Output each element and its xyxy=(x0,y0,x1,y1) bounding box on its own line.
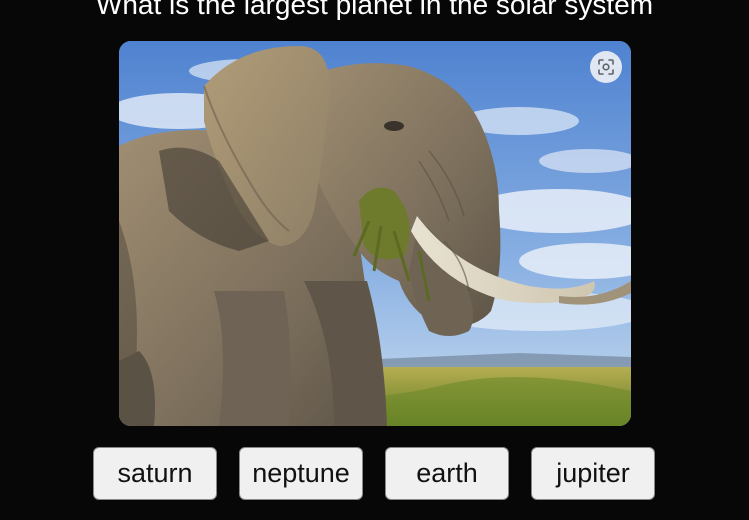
answer-button-neptune[interactable]: neptune xyxy=(239,447,363,500)
answer-button-earth[interactable]: earth xyxy=(385,447,509,500)
elephant-photo xyxy=(119,41,631,426)
answer-button-jupiter[interactable]: jupiter xyxy=(531,447,655,500)
quiz-page: What is the largest planet in the solar … xyxy=(0,0,749,520)
question-image xyxy=(119,41,631,426)
answer-button-saturn[interactable]: saturn xyxy=(93,447,217,500)
lens-icon xyxy=(598,59,614,75)
question-text: What is the largest planet in the solar … xyxy=(95,0,654,20)
visual-search-icon[interactable] xyxy=(590,51,622,83)
